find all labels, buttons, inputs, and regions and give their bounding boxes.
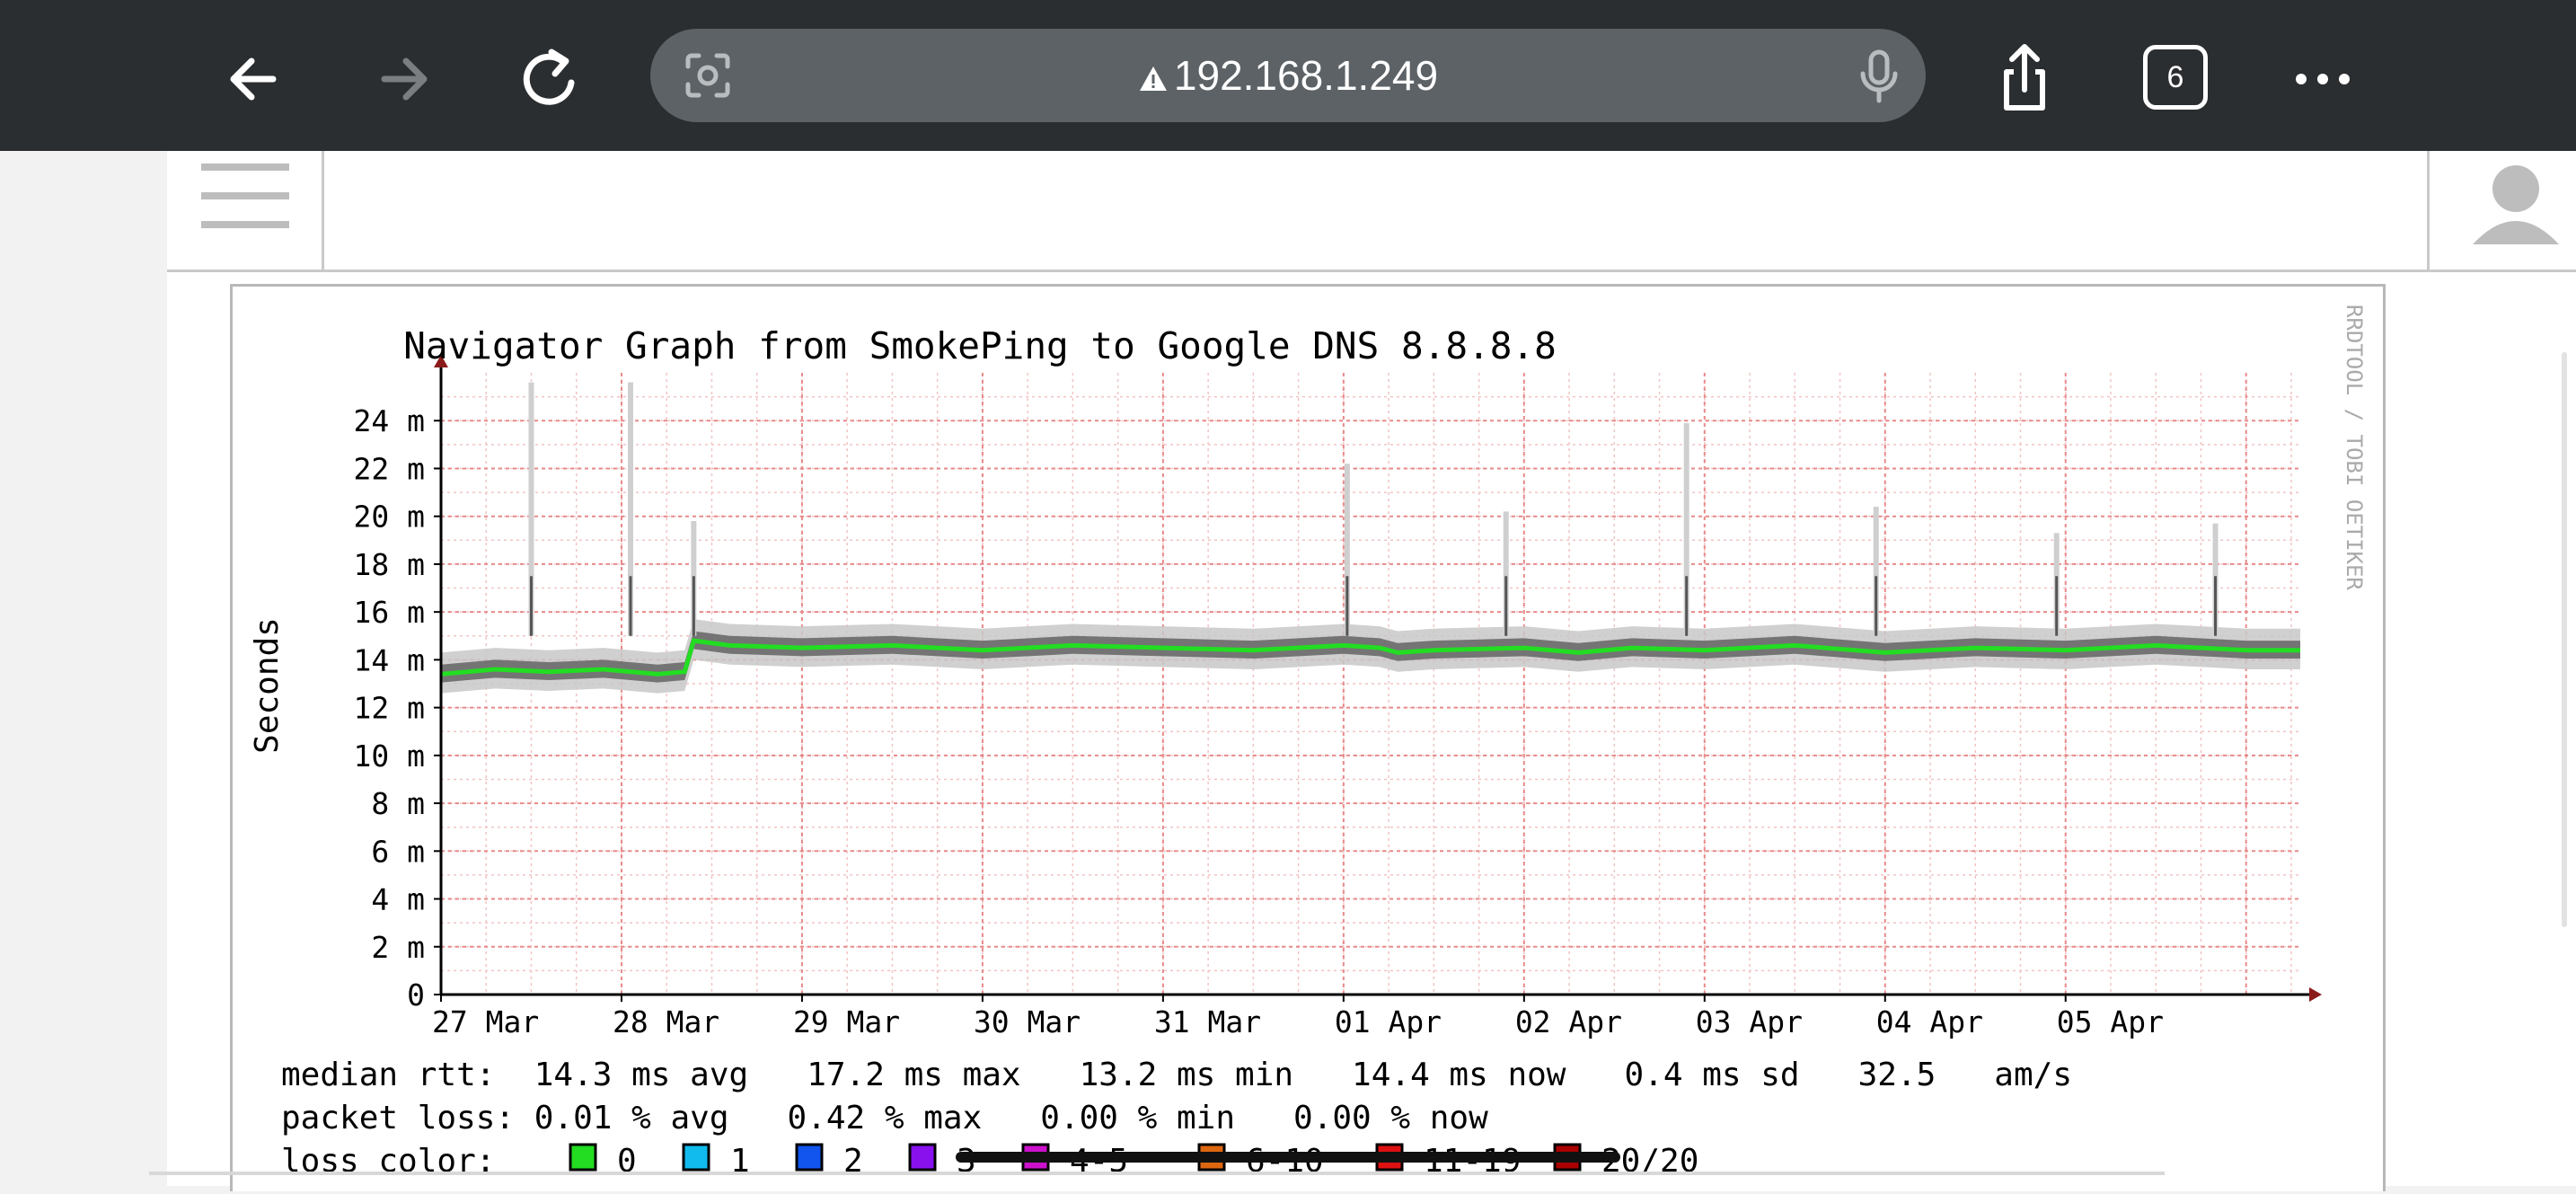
y-tick-label: 4 m (371, 882, 425, 917)
x-tick-label: 02 Apr (1515, 1004, 1622, 1039)
back-arrow-icon[interactable] (212, 36, 298, 122)
microphone-icon[interactable] (1854, 49, 1904, 104)
forward-arrow-icon[interactable] (359, 36, 446, 122)
page-bottom-divider (149, 1172, 2165, 1175)
chart-title: Navigator Graph from SmokePing to Google… (403, 324, 1557, 367)
x-tick-label: 01 Apr (1335, 1004, 1442, 1039)
y-tick-label: 6 m (371, 834, 425, 869)
y-tick-label: 10 m (354, 739, 425, 774)
page-gutter (0, 151, 167, 1186)
median-rtt-stats: median rtt: 14.3 ms avg 17.2 ms max 13.2… (281, 1057, 2072, 1093)
y-axis-label: Seconds (249, 617, 286, 754)
x-tick-label: 29 Mar (793, 1004, 900, 1039)
x-tick-label: 31 Mar (1154, 1004, 1261, 1039)
x-tick-label: 30 Mar (974, 1004, 1081, 1039)
legend-swatch (682, 1143, 710, 1172)
y-tick-label: 18 m (354, 547, 425, 582)
y-tick-label: 0 (407, 977, 425, 1013)
hamburger-menu-icon[interactable] (167, 151, 324, 270)
x-tick-labels: 27 Mar 28 Mar 29 Mar 30 Mar 31 Mar 01 Apr 02 A… (432, 995, 2164, 1039)
address-bar[interactable]: 192.168.1.249 (650, 29, 1926, 122)
legend-swatch (795, 1143, 824, 1172)
share-icon[interactable] (1981, 36, 2068, 122)
y-tick-label: 2 m (371, 930, 425, 965)
y-tick-label: 14 m (354, 642, 425, 677)
y-tick-label: 22 m (354, 451, 425, 486)
x-tick-label: 03 Apr (1696, 1004, 1803, 1039)
chart-axes (434, 355, 2322, 1002)
tabs-icon[interactable]: 6 (2143, 45, 2208, 110)
warning-icon (1139, 66, 1167, 91)
rtt-smoke-band (441, 619, 2300, 694)
packet-loss-stats: packet loss: 0.01 % avg 0.42 % max 0.00 … (281, 1100, 1488, 1137)
legend-swatch (569, 1143, 597, 1172)
chart-grid (440, 373, 2300, 995)
x-tick-label: 28 Mar (613, 1004, 719, 1039)
page-header (167, 151, 2576, 272)
x-tick-label: 04 Apr (1876, 1004, 1983, 1039)
x-axis-arrow (2309, 987, 2322, 1002)
reload-icon[interactable] (507, 36, 593, 122)
scrollbar[interactable] (2562, 352, 2567, 927)
x-tick-label: 05 Apr (2057, 1004, 2164, 1039)
y-tick-label: 24 m (354, 403, 425, 438)
x-tick-label: 27 Mar (432, 1004, 539, 1039)
tab-count: 6 (2166, 60, 2184, 94)
legend-swatch (908, 1143, 937, 1172)
page-right-margin (2416, 272, 2576, 1186)
y-tick-label: 12 m (354, 691, 425, 726)
y-tick-labels: 0 2 m 4 m 6 m 8 m 10 m 12 m 14 m 16 m 18 m 20 m 22 … (354, 403, 441, 1013)
y-tick-label: 8 m (371, 786, 425, 821)
y-tick-label: 16 m (354, 595, 425, 630)
user-avatar-icon[interactable] (2427, 151, 2576, 270)
url-text: 192.168.1.249 (1173, 52, 1439, 99)
more-icon[interactable] (2280, 36, 2366, 122)
url-display[interactable]: 192.168.1.249 (650, 29, 1926, 122)
smokeping-graph-panel: 0 2 m 4 m 6 m 8 m 10 m 12 m 14 m 16 m 18 m 20 m 22 … (230, 284, 2386, 1191)
smokeping-graph: 0 2 m 4 m 6 m 8 m 10 m 12 m 14 m 16 m 18 m 20 m 22 … (249, 305, 2367, 1180)
y-tick-label: 20 m (354, 500, 425, 535)
rrdtool-watermark: RRDTOOL / TOBI OETIKER (2342, 305, 2367, 590)
home-indicator (956, 1152, 1620, 1163)
